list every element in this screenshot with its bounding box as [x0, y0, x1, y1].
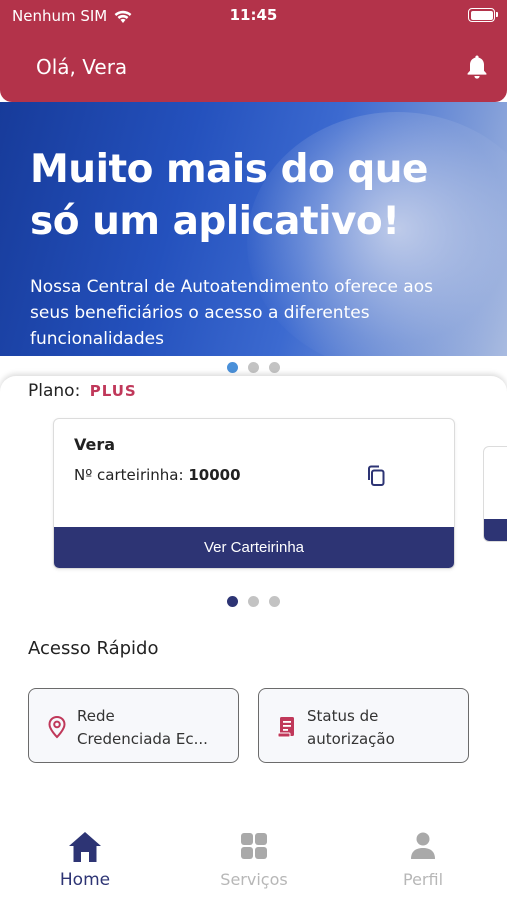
card-number-label: Nº carteirinha:: [74, 466, 184, 484]
grid-icon: [241, 833, 267, 859]
greeting-text: Olá, Vera: [36, 55, 128, 79]
banner-dot-1[interactable]: [227, 362, 238, 373]
plan-value: PLUS: [89, 382, 137, 400]
battery-fill: [470, 10, 493, 20]
banner-title-line1: Muito mais do que: [30, 147, 429, 192]
nav-profile-label: Perfil: [402, 870, 444, 889]
user-icon: [411, 832, 435, 859]
banner-subtitle: Nossa Central de Autoatendimento oferece…: [30, 277, 433, 349]
quick-access-title: Acesso Rápido: [28, 638, 159, 659]
plan-label: Plano:: [28, 381, 81, 401]
battery-icon: [468, 8, 498, 22]
plan-info: Plano: PLUS: [28, 381, 137, 401]
quick-access-authorization-button[interactable]: Status de autorização: [258, 688, 469, 763]
banner-dot-2[interactable]: [248, 362, 259, 373]
quick-access-network-line1: Rede: [77, 707, 115, 725]
promo-banner[interactable]: Muito mais do que só um aplicativo! Noss…: [0, 102, 507, 356]
next-card-peek[interactable]: [483, 446, 507, 542]
card-page-indicator[interactable]: [227, 596, 280, 607]
banner-title-line2: só um aplicativo!: [30, 199, 400, 244]
card-number: Nº carteirinha: 10000: [74, 466, 241, 484]
app-header: Nenhum SIM 11:45 Olá, Vera: [0, 0, 507, 102]
next-card-button-bar: [484, 519, 507, 541]
card-number-value: 10000: [188, 466, 241, 484]
card-dot-2[interactable]: [248, 596, 259, 607]
home-icon: [69, 832, 101, 862]
nav-services-label: Serviços: [220, 870, 288, 889]
card-dot-1[interactable]: [227, 596, 238, 607]
quick-access-network-line2: Credenciada Ec...: [77, 730, 208, 748]
bottom-navigation: Home Serviços Perfil: [0, 820, 507, 900]
card-dot-3[interactable]: [269, 596, 280, 607]
nav-home-label: Home: [59, 870, 111, 890]
receipt-icon: [277, 717, 294, 738]
nav-home[interactable]: Home: [25, 830, 145, 894]
status-bar: Nenhum SIM 11:45: [0, 0, 507, 32]
membership-card[interactable]: Vera Nº carteirinha: 10000 Ver Carteirin…: [53, 418, 455, 569]
banner-dot-3[interactable]: [269, 362, 280, 373]
view-card-button[interactable]: Ver Carteirinha: [54, 527, 454, 568]
status-time: 11:45: [229, 6, 278, 24]
quick-access-authorization-line2: autorização: [307, 730, 395, 748]
quick-access-authorization-line1: Status de: [307, 707, 379, 725]
quick-access-network-button[interactable]: Rede Credenciada Ec...: [28, 688, 239, 763]
quick-access-network-label: Rede Credenciada Ec...: [77, 705, 232, 751]
banner-page-indicator[interactable]: [227, 362, 280, 373]
nav-services[interactable]: Serviços: [194, 830, 314, 894]
copy-icon[interactable]: [366, 465, 386, 487]
nav-profile[interactable]: Perfil: [363, 830, 483, 894]
quick-access-authorization-label: Status de autorização: [307, 705, 462, 751]
location-pin-icon: [48, 715, 66, 739]
card-holder-name: Vera: [74, 435, 116, 454]
bell-icon[interactable]: [465, 54, 489, 80]
